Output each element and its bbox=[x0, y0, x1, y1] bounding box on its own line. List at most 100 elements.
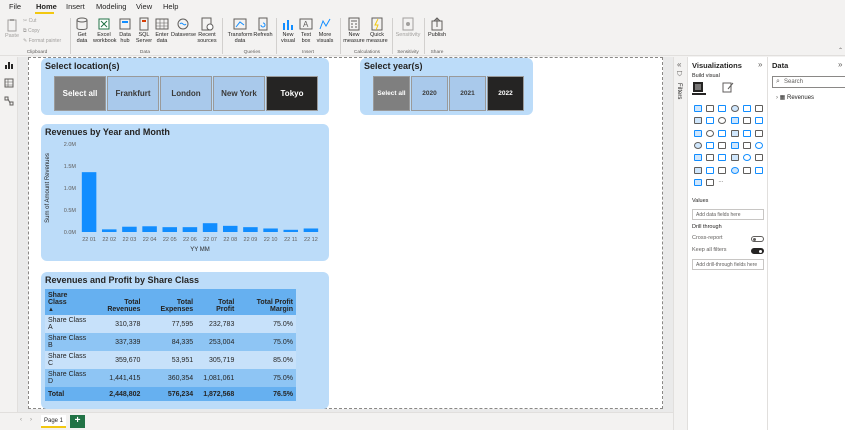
add-page-button[interactable]: + bbox=[70, 415, 85, 428]
power-apps-icon[interactable] bbox=[755, 166, 763, 174]
line-chart-icon[interactable] bbox=[694, 117, 702, 125]
new-visual-button[interactable]: New visual bbox=[279, 17, 297, 44]
arcgis-icon[interactable] bbox=[706, 178, 715, 186]
location-london-button[interactable]: London bbox=[160, 76, 212, 111]
values-field-well[interactable]: Add data fields here bbox=[692, 209, 764, 220]
paginated-report-icon[interactable] bbox=[742, 166, 751, 174]
dataverse-button[interactable]: Dataverse bbox=[171, 17, 196, 38]
bar[interactable] bbox=[263, 228, 278, 232]
bar[interactable] bbox=[122, 226, 137, 232]
report-page[interactable]: Select location(s) Select all Frankfurt … bbox=[28, 57, 663, 409]
cut-button[interactable]: ✂ Cut bbox=[23, 18, 36, 24]
qa-icon[interactable] bbox=[718, 166, 727, 174]
stacked-column-icon[interactable] bbox=[706, 105, 715, 112]
more-visuals-icon[interactable]: ... bbox=[718, 178, 726, 186]
card-icon[interactable] bbox=[742, 141, 751, 149]
bar[interactable] bbox=[162, 227, 178, 232]
report-view-icon[interactable] bbox=[4, 60, 14, 70]
recent-sources-button[interactable]: Recent sources bbox=[196, 17, 218, 44]
location-select-all-button[interactable]: Select all bbox=[54, 76, 106, 111]
pie-chart-icon[interactable] bbox=[730, 129, 739, 137]
key-influencers-icon[interactable] bbox=[694, 166, 702, 174]
donut-chart-icon[interactable] bbox=[742, 129, 751, 137]
scatter-icon[interactable] bbox=[718, 129, 727, 137]
sql-server-button[interactable]: SQL Server bbox=[135, 17, 153, 44]
year-2021-button[interactable]: 2021 bbox=[449, 76, 486, 111]
keep-all-filters-toggle[interactable] bbox=[751, 248, 764, 254]
bar[interactable] bbox=[303, 228, 319, 232]
collapse-ribbon-icon[interactable]: ⌃ bbox=[838, 47, 843, 54]
year-slicer[interactable]: Select year(s) Select all 2020 2021 2022 bbox=[360, 58, 533, 115]
python-visual-icon[interactable] bbox=[755, 154, 763, 162]
gauge-icon[interactable] bbox=[730, 141, 739, 149]
prev-page-icon[interactable]: ‹ bbox=[20, 417, 22, 423]
location-slicer[interactable]: Select location(s) Select all Frankfurt … bbox=[41, 58, 329, 115]
location-new-york-button[interactable]: New York bbox=[213, 76, 265, 111]
header-total-expenses[interactable]: Total Expenses bbox=[143, 289, 197, 315]
ribbon-chart-icon[interactable] bbox=[755, 117, 763, 125]
table-row[interactable]: Share Class D 1,441,415 360,354 1,081,06… bbox=[45, 369, 296, 387]
power-automate-icon[interactable] bbox=[694, 178, 702, 186]
filters-pane-collapsed[interactable]: « ⛉ Filters bbox=[673, 57, 687, 430]
transform-data-button[interactable]: Transform data bbox=[227, 17, 253, 44]
table-row[interactable]: Share Class C 359,670 53,951 305,719 85.… bbox=[45, 351, 296, 369]
refresh-button[interactable]: Refresh bbox=[253, 17, 273, 38]
location-frankfurt-button[interactable]: Frankfurt bbox=[107, 76, 159, 111]
new-measure-button[interactable]: New measure bbox=[343, 17, 365, 44]
matrix-icon[interactable] bbox=[730, 154, 739, 162]
menu-view[interactable]: View bbox=[136, 2, 152, 11]
excel-workbook-button[interactable]: Excel workbook bbox=[93, 17, 117, 44]
get-data-button[interactable]: Get data bbox=[72, 17, 92, 44]
format-painter-button[interactable]: ✎ Format painter bbox=[23, 38, 61, 44]
menu-help[interactable]: Help bbox=[163, 2, 178, 11]
publish-button[interactable]: Publish bbox=[426, 17, 448, 38]
paste-button[interactable]: Paste bbox=[3, 18, 21, 39]
model-view-icon[interactable] bbox=[4, 96, 14, 106]
table-row[interactable]: Share Class A 310,378 77,595 232,783 75.… bbox=[45, 315, 296, 333]
funnel-icon[interactable] bbox=[706, 129, 715, 137]
quick-measure-button[interactable]: Quick measure bbox=[366, 17, 388, 44]
line-clustered-icon[interactable] bbox=[742, 117, 751, 125]
treemap-icon[interactable] bbox=[755, 129, 763, 137]
waterfall-icon[interactable] bbox=[694, 129, 702, 137]
enter-data-button[interactable]: Enter data bbox=[153, 17, 171, 44]
table-total-row[interactable]: Total 2,448,802 576,234 1,872,568 76.5% bbox=[45, 387, 296, 401]
table-icon[interactable] bbox=[718, 154, 727, 162]
copy-button[interactable]: ⧉ Copy bbox=[23, 28, 40, 34]
more-visuals-button[interactable]: More visuals bbox=[315, 17, 335, 44]
build-visual-tab[interactable] bbox=[692, 81, 706, 95]
sort-ascending-icon[interactable]: ▲ bbox=[48, 307, 54, 313]
stacked-column-100-icon[interactable] bbox=[755, 105, 763, 112]
year-select-all-button[interactable]: Select all bbox=[373, 76, 410, 111]
decomposition-tree-icon[interactable] bbox=[706, 166, 715, 174]
collapse-data-pane-icon[interactable]: » bbox=[838, 60, 842, 69]
header-total-profit[interactable]: Total Profit bbox=[196, 289, 238, 315]
year-2022-button[interactable]: 2022 bbox=[487, 76, 524, 111]
menu-file[interactable]: File bbox=[9, 2, 21, 11]
kpi-icon[interactable] bbox=[694, 154, 702, 162]
cross-report-toggle[interactable] bbox=[751, 236, 764, 242]
menu-home[interactable]: Home bbox=[36, 2, 57, 11]
menu-modeling[interactable]: Modeling bbox=[96, 2, 126, 11]
data-view-icon[interactable] bbox=[4, 78, 14, 88]
header-total-revenues[interactable]: Total Revenues bbox=[90, 289, 144, 315]
table-row[interactable]: Share Class B 337,339 84,335 253,004 75.… bbox=[45, 333, 296, 351]
map-icon[interactable] bbox=[694, 141, 702, 149]
page-tab-1[interactable]: Page 1 bbox=[41, 415, 66, 428]
azure-map-icon[interactable] bbox=[718, 141, 727, 149]
bar[interactable] bbox=[182, 227, 198, 232]
sensitivity-button[interactable]: Sensitivity bbox=[395, 17, 421, 38]
bar[interactable] bbox=[222, 225, 238, 232]
clustered-column-icon[interactable] bbox=[730, 105, 739, 112]
bar[interactable] bbox=[142, 226, 157, 232]
format-visual-tab[interactable] bbox=[722, 81, 736, 95]
revenue-chart[interactable]: Revenues by Year and Month 0.0M 0.5M 1.0M 1… bbox=[41, 124, 329, 261]
data-hub-button[interactable]: Data hub bbox=[116, 17, 134, 44]
clustered-bar-icon[interactable] bbox=[718, 105, 727, 112]
stacked-bar-100-icon[interactable] bbox=[742, 105, 751, 112]
r-visual-icon[interactable] bbox=[742, 154, 751, 162]
bar[interactable] bbox=[101, 229, 117, 232]
profit-table-card[interactable]: Revenues and Profit by Share Class Share… bbox=[41, 272, 329, 409]
data-search-input[interactable]: ⌕ Search bbox=[772, 76, 845, 88]
smart-narrative-icon[interactable] bbox=[730, 166, 739, 174]
